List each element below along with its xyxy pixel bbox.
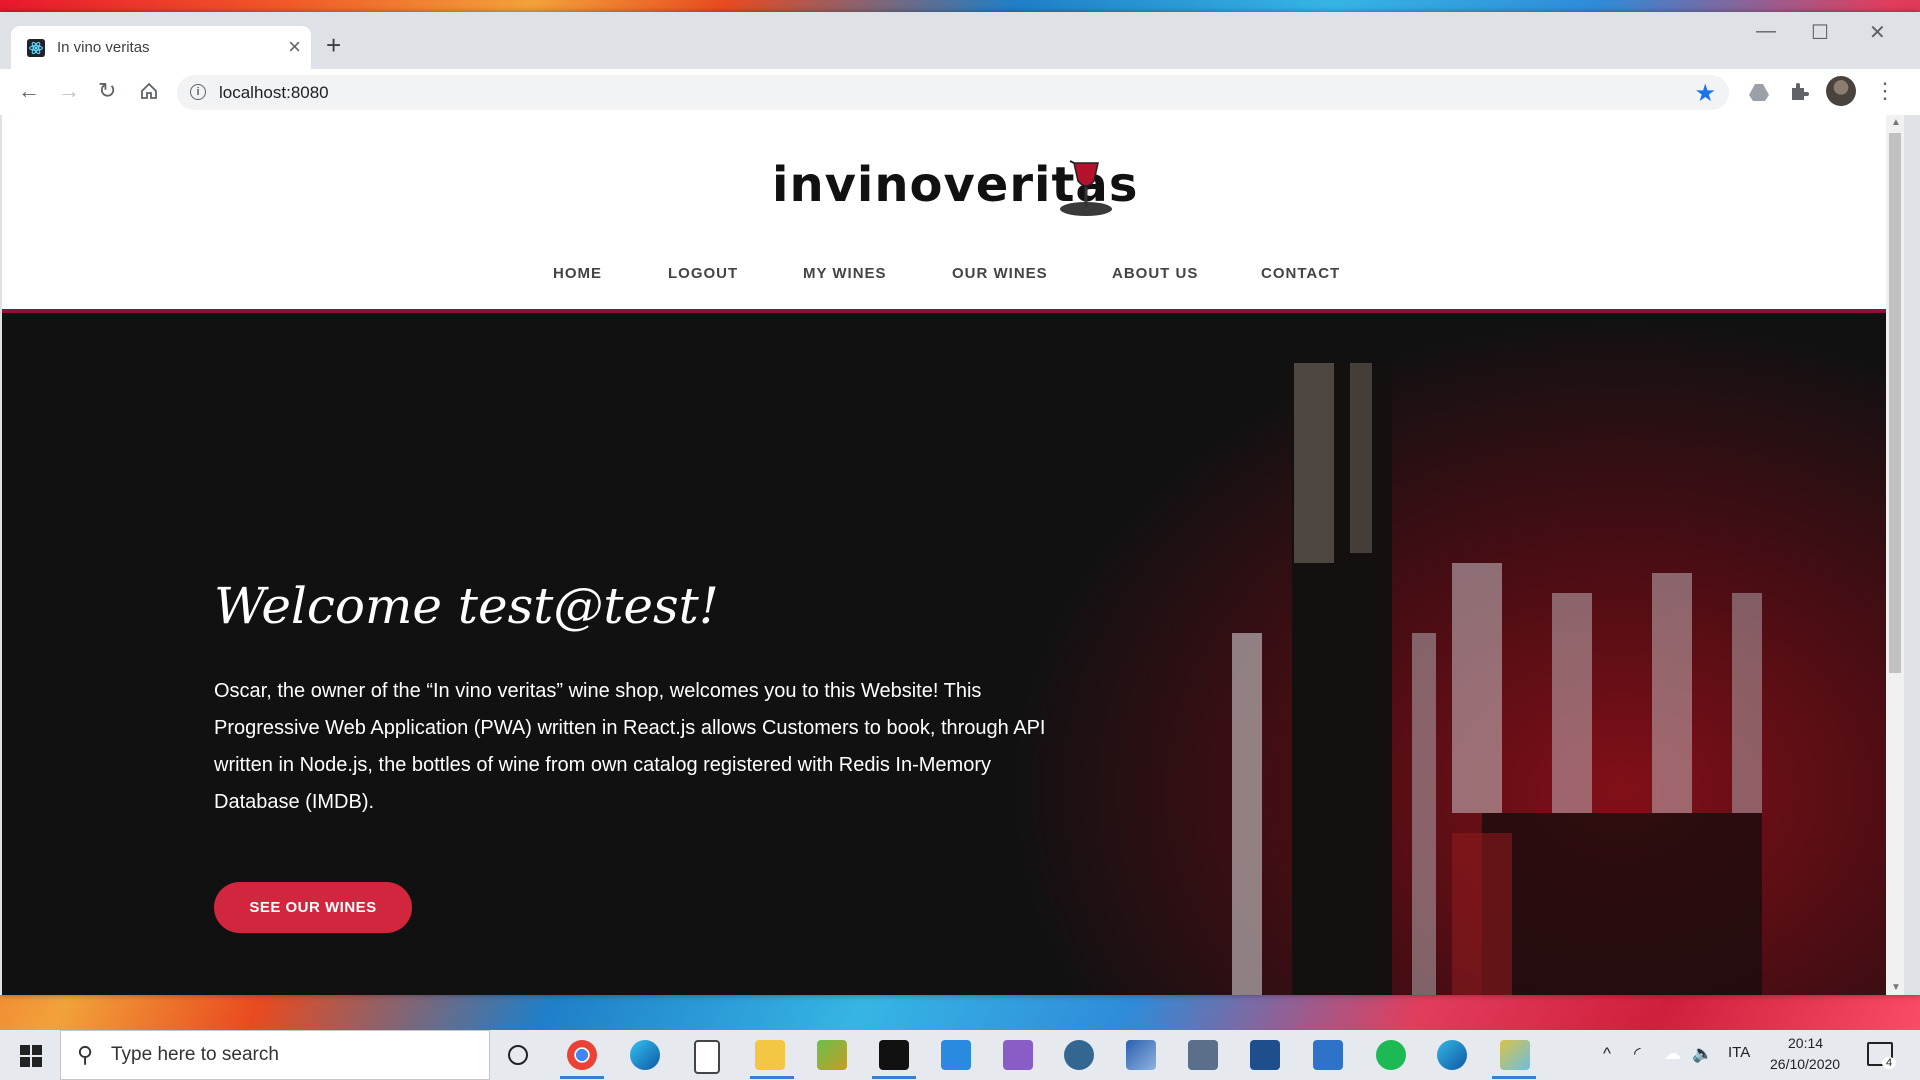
browser-tab[interactable]: In vino veritas × — [11, 26, 311, 70]
back-arrow-icon[interactable]: ← — [18, 77, 40, 105]
language-indicator[interactable]: ITA — [1728, 1044, 1750, 1061]
onedrive-icon[interactable]: ☁ — [1664, 1044, 1681, 1064]
scroll-up-icon[interactable]: ▲ — [1891, 117, 1901, 128]
home-icon[interactable] — [139, 81, 159, 101]
volume-icon[interactable]: 🔈 — [1692, 1044, 1713, 1064]
image-app-icon[interactable] — [817, 1040, 847, 1070]
extensions-puzzle-icon[interactable] — [1788, 81, 1810, 103]
bookmark-star-icon[interactable]: ★ — [1694, 79, 1716, 108]
terminal-active-indicator — [872, 1076, 916, 1079]
maximize-button[interactable]: ☐ — [1811, 20, 1829, 45]
edge-beta-icon[interactable] — [1437, 1040, 1467, 1070]
web-page: invinoveritas HOME LOGOUT MY WINES OUR W… — [2, 115, 1886, 995]
welcome-heading: Welcome test@test! — [214, 577, 719, 635]
chrome-active-indicator — [560, 1076, 604, 1079]
notification-count: 4 — [1882, 1057, 1896, 1069]
chrome-icon[interactable] — [567, 1040, 597, 1070]
calculator-icon[interactable] — [1188, 1040, 1218, 1070]
reload-icon[interactable]: ↻ — [98, 77, 116, 105]
forward-arrow-icon[interactable]: → — [58, 77, 80, 105]
new-tab-button[interactable]: + — [326, 32, 341, 58]
welcome-text: Oscar, the owner of the “In vino veritas… — [214, 680, 1046, 813]
profile-avatar[interactable] — [1826, 76, 1856, 106]
windows-start-icon[interactable] — [20, 1045, 42, 1067]
react-favicon-icon — [27, 39, 45, 57]
tab-title: In vino veritas — [57, 39, 150, 56]
paint-active-indicator — [1492, 1076, 1536, 1079]
nav-contact[interactable]: CONTACT — [1261, 265, 1340, 282]
remote-app-icon[interactable] — [1250, 1040, 1280, 1070]
close-window-button[interactable]: ✕ — [1869, 20, 1886, 45]
search-icon: ⚲ — [77, 1042, 94, 1067]
hero-section: Welcome test@test! Oscar, the owner of t… — [2, 313, 1886, 995]
site-info-icon[interactable]: i — [190, 84, 206, 100]
nav-logout[interactable]: LOGOUT — [668, 265, 738, 282]
notepad-icon[interactable] — [694, 1040, 720, 1074]
maps-icon[interactable] — [1376, 1040, 1406, 1070]
browser-toolbar: ← → ↻ i localhost:8080 ★ ⋮ — [0, 69, 1920, 115]
nav-my-wines[interactable]: MY WINES — [803, 265, 887, 282]
drive-icon[interactable] — [1748, 81, 1770, 103]
wine-bottles-glasses-image — [1232, 363, 1762, 995]
vscode-icon[interactable] — [941, 1040, 971, 1070]
address-bar[interactable]: i localhost:8080 ★ — [177, 75, 1729, 110]
scrollbar-thumb[interactable] — [1889, 133, 1901, 673]
window-app-icon[interactable] — [1313, 1040, 1343, 1070]
clock-date[interactable]: 26/10/2020 — [1770, 1056, 1840, 1072]
nav-home[interactable]: HOME — [553, 265, 602, 282]
cortana-icon[interactable] — [508, 1045, 528, 1065]
wifi-icon[interactable]: ◜ — [1634, 1044, 1641, 1064]
tab-close-icon[interactable]: × — [288, 35, 301, 59]
explorer-active-indicator — [750, 1076, 794, 1079]
visual-studio-icon[interactable] — [1003, 1040, 1033, 1070]
nav-about-us[interactable]: ABOUT US — [1112, 265, 1198, 282]
windows-taskbar: ⚲ Type here to search ^ ◜ ☁ 🔈 ITA 20:14 … — [0, 1030, 1920, 1080]
minimize-button[interactable]: — — [1756, 20, 1776, 43]
wine-glass-logo-icon — [1060, 160, 1112, 216]
file-explorer-icon[interactable] — [755, 1040, 785, 1070]
browser-menu-icon[interactable]: ⋮ — [1874, 77, 1896, 105]
postgres-icon[interactable] — [1064, 1040, 1094, 1070]
see-our-wines-button[interactable]: SEE OUR WINES — [214, 882, 412, 933]
page-scrollbar[interactable]: ▲ ▼ — [1886, 115, 1904, 995]
url-text[interactable]: localhost:8080 — [219, 83, 329, 103]
tab-strip: In vino veritas × + — ☐ ✕ — [0, 12, 1920, 70]
network-app-icon[interactable] — [1126, 1040, 1156, 1070]
clock-time[interactable]: 20:14 — [1788, 1035, 1823, 1051]
nav-our-wines[interactable]: OUR WINES — [952, 265, 1048, 282]
search-placeholder: Type here to search — [111, 1044, 279, 1065]
taskbar-search-box[interactable]: ⚲ Type here to search — [60, 1030, 490, 1080]
paint-icon[interactable] — [1500, 1040, 1530, 1070]
scroll-down-icon[interactable]: ▼ — [1891, 982, 1901, 993]
tray-chevron-icon[interactable]: ^ — [1603, 1044, 1611, 1064]
browser-window: In vino veritas × + — ☐ ✕ ← → ↻ i localh… — [0, 12, 1920, 995]
terminal-icon[interactable] — [879, 1040, 909, 1070]
edge-icon[interactable] — [630, 1040, 660, 1070]
